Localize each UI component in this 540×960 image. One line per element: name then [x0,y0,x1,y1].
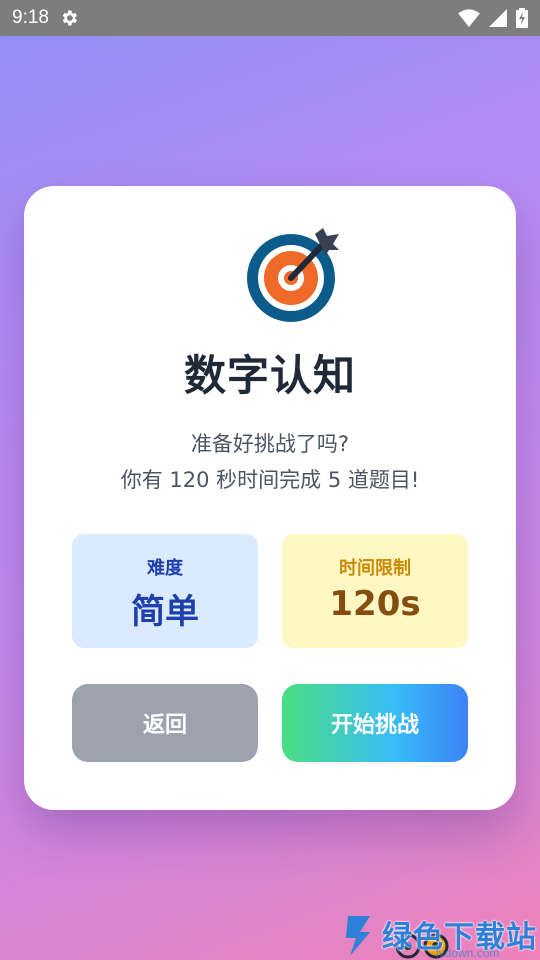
status-bar: 9:18 [0,0,540,36]
description-line-2: 你有 120 秒时间完成 5 道题目! [120,468,420,492]
watermark-url: lvdown.com [436,946,500,960]
difficulty-label: 难度 [147,558,183,579]
status-time: 9:18 [12,7,49,28]
time-limit-box: 时间限制 120s [282,534,468,648]
watermark: 绿色下载站 lvdown.com [340,906,540,960]
start-challenge-button[interactable]: 开始挑战 [282,684,468,762]
description-line-1: 准备好挑战了吗? [190,432,350,456]
wifi-icon [458,9,480,27]
target-icon [245,222,345,322]
gear-icon [59,8,79,28]
battery-charging-icon [516,8,528,28]
time-limit-value: 120s [329,584,421,624]
challenge-card: 数字认知 准备好挑战了吗? 你有 120 秒时间完成 5 道题目! 难度 简单 … [24,186,516,810]
challenge-description: 准备好挑战了吗? 你有 120 秒时间完成 5 道题目! [24,426,516,498]
signal-icon [488,9,508,27]
difficulty-box: 难度 简单 [72,534,258,648]
page-title: 数字认知 [183,351,356,400]
back-button[interactable]: 返回 [72,684,258,762]
time-limit-label: 时间限制 [339,558,411,579]
difficulty-value: 简单 [131,592,199,632]
